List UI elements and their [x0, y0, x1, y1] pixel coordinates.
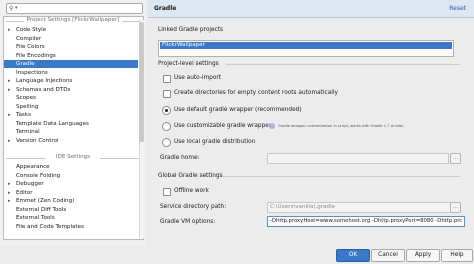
service-dir-browse-button[interactable]: … [450, 202, 461, 213]
custom-wrapper-radio[interactable] [162, 122, 171, 131]
sidebar-item-external-diff-tools[interactable]: External Diff Tools [4, 206, 138, 214]
linked-project-item[interactable]: FlickrWallpaper [160, 42, 452, 49]
chevron-down-icon: ▾ [15, 5, 18, 11]
auto-import-checkbox[interactable] [163, 75, 171, 83]
sidebar-item-label: Scopes [16, 95, 36, 101]
project-settings-header: Project Settings [FlickrWallpaper] [6, 17, 140, 25]
sidebar-item-label: Spelling [16, 103, 39, 110]
settings-tree: Project Settings [FlickrWallpaper] ▸ Code… [3, 16, 144, 240]
expand-arrow-icon[interactable]: ▸ [8, 189, 11, 197]
linked-projects-title: Linked Gradle projects [158, 27, 224, 33]
reset-link[interactable]: Reset [449, 5, 466, 12]
sidebar-item-label: File Colors [16, 44, 45, 50]
service-dir-label: Service directory path: [160, 204, 227, 210]
sidebar-item-inspections[interactable]: Inspections [4, 69, 138, 77]
sidebar-item-label: External Tools [16, 215, 55, 221]
custom-wrapper-hint: Gradle wrapper customization in script, … [278, 124, 404, 128]
sidebar-item-label: Gradle [16, 61, 35, 67]
expand-arrow-icon[interactable]: ▸ [8, 137, 11, 145]
sidebar-item-file-encodings[interactable]: File Encodings [4, 52, 138, 60]
gradle-home-browse-button[interactable]: … [450, 153, 461, 164]
sidebar-item-tasks[interactable]: ▸ Tasks [4, 111, 138, 119]
expand-arrow-icon[interactable]: ▸ [8, 197, 11, 205]
vm-options-field[interactable]: -Dhttp.proxyHost=www.somehost.org -Dhttp… [267, 216, 465, 227]
expand-arrow-icon[interactable]: ▸ [8, 180, 11, 188]
local-distribution-radio[interactable] [162, 138, 171, 147]
vm-options-label: Gradle VM options: [160, 219, 216, 225]
custom-wrapper-label: Use customizable gradle wrapper [174, 123, 272, 129]
sidebar-item-label: Language Injections [16, 78, 73, 84]
expand-arrow-icon[interactable]: ▸ [8, 86, 11, 94]
service-dir-field[interactable]: C:\Users\vanilla\.gradle [267, 202, 451, 213]
sidebar-item-appearance[interactable]: Appearance [4, 163, 138, 171]
sidebar-item-scopes[interactable]: Scopes [4, 94, 138, 102]
sidebar-item-label: Emmet (Zen Coding) [16, 198, 75, 204]
help-button[interactable]: Help [441, 249, 473, 262]
divider [222, 176, 460, 177]
sidebar-item-label: Terminal [16, 129, 40, 135]
sidebar-item-file-and-code-templates[interactable]: File and Code Templates [4, 223, 138, 231]
apply-button[interactable]: Apply [406, 249, 440, 262]
sidebar-item-version-control[interactable]: ▸ Version Control [4, 137, 138, 145]
sidebar-item-label: Tasks [16, 112, 31, 118]
sidebar-item-terminal[interactable]: Terminal [4, 128, 138, 136]
default-wrapper-radio[interactable] [162, 106, 171, 115]
offline-work-checkbox[interactable] [163, 188, 171, 196]
sidebar-item-emmet-zen-coding[interactable]: ▸ Emmet (Zen Coding) [4, 197, 138, 205]
sidebar-item-label: Debugger [16, 181, 44, 187]
create-dirs-label: Create directories for empty content roo… [174, 90, 338, 96]
info-icon: i [269, 123, 275, 129]
sidebar-item-language-injections[interactable]: ▸ Language Injections [4, 77, 138, 85]
search-icon: ⚲ [9, 5, 14, 12]
settings-header: Gradle Reset [148, 0, 474, 18]
page-title: Gradle [154, 5, 177, 12]
sidebar-item-debugger[interactable]: ▸ Debugger [4, 180, 138, 188]
sidebar-item-editor[interactable]: ▸ Editor [4, 189, 138, 197]
sidebar-item-file-colors[interactable]: File Colors [4, 43, 138, 51]
sidebar-item-label: File Encodings [16, 52, 56, 59]
settings-search-input[interactable]: ⚲ ▾ [6, 3, 143, 14]
expand-arrow-icon[interactable]: ▸ [8, 26, 11, 34]
sidebar-item-label: Version Control [16, 137, 59, 144]
sidebar-item-label: Schemas and DTDs [16, 86, 71, 93]
tree-scrollbar-thumb[interactable] [139, 22, 144, 142]
sidebar-item-label: Console Folding [16, 172, 61, 179]
sidebar-item-spelling[interactable]: Spelling [4, 103, 138, 111]
sidebar-item-label: File and Code Templates [16, 223, 84, 230]
gradle-home-label: Gradle home: [160, 155, 200, 161]
sidebar-item-compiler[interactable]: Compiler [4, 35, 138, 43]
global-settings-title: Global Gradle settings [158, 173, 223, 179]
sidebar-item-external-tools[interactable]: External Tools [4, 214, 138, 222]
cancel-button[interactable]: Cancel [371, 249, 405, 262]
project-level-title: Project-level settings [158, 61, 219, 67]
sidebar-item-code-style[interactable]: ▸ Code Style [4, 26, 138, 34]
default-wrapper-label: Use default gradle wrapper (recommended) [174, 107, 302, 113]
local-distribution-label: Use local gradle distribution [174, 139, 256, 145]
create-dirs-checkbox[interactable] [163, 90, 171, 98]
sidebar-item-label: Inspections [16, 69, 48, 76]
gradle-home-field[interactable] [267, 153, 449, 164]
ide-settings-header: IDE Settings [6, 154, 140, 162]
divider [226, 64, 460, 65]
sidebar-item-template-data-languages[interactable]: Template Data Languages [4, 120, 138, 128]
expand-arrow-icon[interactable]: ▸ [8, 111, 11, 119]
sidebar-item-label: Template Data Languages [16, 120, 89, 127]
sidebar-item-label: External Diff Tools [16, 206, 67, 213]
sidebar-item-label: Editor [16, 189, 33, 196]
expand-arrow-icon[interactable]: ▸ [8, 77, 11, 85]
auto-import-label: Use auto-import [174, 75, 222, 81]
sidebar-item-label: Appearance [16, 164, 50, 170]
ok-button[interactable]: OK [336, 249, 370, 262]
sidebar-item-console-folding[interactable]: Console Folding [4, 172, 138, 180]
sidebar-item-label: Compiler [16, 35, 42, 42]
sidebar-item-schemas-and-dtds[interactable]: ▸ Schemas and DTDs [4, 86, 138, 94]
sidebar-item-gradle[interactable]: Gradle [4, 60, 138, 68]
sidebar-item-label: Code Style [16, 27, 47, 33]
offline-work-label: Offline work [174, 188, 209, 194]
